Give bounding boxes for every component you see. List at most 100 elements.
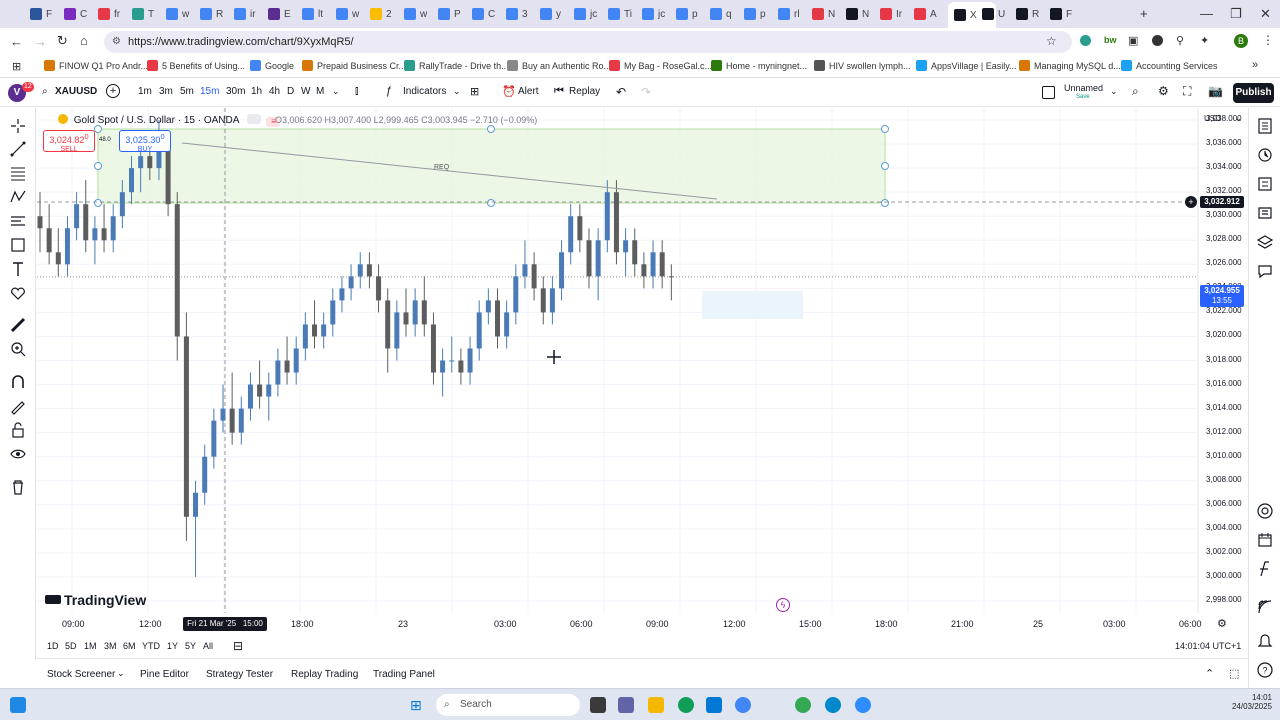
- drawing-handle[interactable]: [881, 199, 889, 207]
- browser-tab[interactable]: ir: [234, 4, 256, 24]
- layers-icon[interactable]: [1256, 233, 1274, 251]
- minimize-icon[interactable]: —: [1200, 6, 1213, 21]
- bookmark-item[interactable]: HIV swollen lymph...: [814, 60, 911, 71]
- browser-tab[interactable]: 2: [370, 4, 392, 24]
- browser-tab[interactable]: jc: [642, 4, 665, 24]
- browser-tab[interactable]: y: [540, 4, 561, 24]
- browser-tab[interactable]: C: [64, 4, 87, 24]
- apps-grid-icon[interactable]: ⊞: [12, 60, 21, 73]
- rectangle-drawing-zone[interactable]: [97, 128, 886, 204]
- extension-icon[interactable]: ▣: [1128, 34, 1138, 47]
- bookmark-item[interactable]: My Bag - RoseGal.c...: [609, 60, 712, 71]
- chats-icon[interactable]: [1256, 262, 1274, 280]
- browser-tab[interactable]: N: [812, 4, 835, 24]
- range-button[interactable]: 1M: [84, 641, 97, 651]
- trend-line-tool-icon[interactable]: [9, 140, 27, 158]
- symbol-search-icon[interactable]: ⌕: [42, 86, 48, 97]
- browser-tab[interactable]: q: [710, 4, 732, 24]
- help-icon[interactable]: ?: [1256, 661, 1274, 679]
- browser-tab[interactable]: C: [472, 4, 495, 24]
- browser-tab[interactable]: p: [744, 4, 766, 24]
- drawing-handle[interactable]: [94, 162, 102, 170]
- profile-avatar[interactable]: B: [1234, 34, 1248, 48]
- browser-tab[interactable]: F: [30, 4, 52, 24]
- extension-icon[interactable]: [1080, 35, 1091, 46]
- range-button[interactable]: 1D: [47, 641, 59, 651]
- task-view-icon[interactable]: [590, 697, 606, 713]
- bookmark-item[interactable]: Prepaid Business Cr...: [302, 60, 406, 71]
- browser-tab[interactable]: Ti: [608, 4, 632, 24]
- interval-button[interactable]: 4h: [269, 86, 280, 97]
- data-window-icon[interactable]: [1256, 175, 1274, 193]
- browser-tab[interactable]: U: [982, 4, 1005, 24]
- bookmark-star-icon[interactable]: ☆: [1046, 34, 1057, 48]
- browser-tab[interactable]: E: [268, 4, 291, 24]
- legend-title[interactable]: Gold Spot / U.S. Dollar · 15 · OANDA: [74, 115, 239, 126]
- range-button[interactable]: YTD: [142, 641, 160, 651]
- bookmark-item[interactable]: AppsVillage | Easily...: [916, 60, 1017, 71]
- panel-tab[interactable]: Replay Trading: [291, 669, 358, 680]
- teams-icon[interactable]: [618, 697, 634, 713]
- watchlist-icon[interactable]: [1256, 117, 1274, 135]
- bookmark-item[interactable]: Home - myningnet...: [711, 60, 807, 71]
- browser-tab[interactable]: w: [336, 4, 359, 24]
- panel-tab[interactable]: Stock Screener: [47, 669, 115, 680]
- favorites-heart-icon[interactable]: [9, 284, 27, 302]
- forward-icon[interactable]: →: [34, 34, 47, 49]
- browser-tab[interactable]: Ir: [880, 4, 902, 24]
- url-bar[interactable]: ⚙ https://www.tradingview.com/chart/9Xyx…: [104, 31, 1072, 53]
- back-icon[interactable]: ←: [10, 34, 23, 49]
- interval-button[interactable]: 5m: [180, 86, 194, 97]
- interval-button[interactable]: 1m: [138, 86, 152, 97]
- browser-tab[interactable]: fr: [98, 4, 120, 24]
- bookmark-item[interactable]: Managing MySQL d...: [1019, 60, 1121, 71]
- interval-button[interactable]: 1h: [251, 86, 262, 97]
- store-icon[interactable]: [706, 697, 722, 713]
- stay-in-drawing-mode-icon[interactable]: [9, 397, 27, 415]
- interval-dropdown-icon[interactable]: ⌄: [332, 86, 340, 97]
- browser-tab[interactable]: R: [200, 4, 223, 24]
- zoom-in-icon[interactable]: [9, 340, 27, 358]
- quick-search-icon[interactable]: ⌕: [1132, 84, 1139, 99]
- indicators-button[interactable]: Indicators: [403, 86, 446, 97]
- layout-dropdown-icon[interactable]: ⌄: [1110, 86, 1118, 97]
- forecasting-tool-icon[interactable]: [9, 212, 27, 230]
- browser-tab[interactable]: A: [914, 4, 937, 24]
- reload-icon[interactable]: ↻: [57, 33, 68, 49]
- browser-tab[interactable]: w: [166, 4, 189, 24]
- close-window-icon[interactable]: ✕: [1260, 6, 1271, 22]
- range-button[interactable]: All: [203, 641, 213, 651]
- panel-tab[interactable]: Trading Panel: [373, 669, 435, 680]
- chrome-icon[interactable]: [735, 697, 751, 713]
- taskbar-clock[interactable]: 14:01 24/03/2025: [1224, 693, 1272, 711]
- magnet-icon[interactable]: [9, 373, 27, 391]
- expand-panel-chevron-icon[interactable]: ⌃: [1205, 667, 1214, 680]
- interval-button[interactable]: 30m: [226, 86, 245, 97]
- windows-start-icon[interactable]: ⊞: [410, 697, 426, 713]
- browser-tab[interactable]: 3: [506, 4, 528, 24]
- zoom-icon[interactable]: [855, 697, 871, 713]
- legend-visibility-icon[interactable]: [246, 114, 261, 124]
- home-icon[interactable]: ⌂: [80, 33, 88, 48]
- drawing-handle[interactable]: [881, 162, 889, 170]
- interval-button[interactable]: 3m: [159, 86, 173, 97]
- price-chart[interactable]: [37, 108, 1248, 613]
- settings-gear-icon[interactable]: ⚙: [1158, 84, 1169, 98]
- extension-icon[interactable]: ⚲: [1176, 34, 1184, 47]
- chart-pane[interactable]: Gold Spot / U.S. Dollar · 15 · OANDA ≡ O…: [37, 108, 1248, 613]
- text-tool-icon[interactable]: [9, 260, 27, 278]
- drawing-handle[interactable]: [881, 125, 889, 133]
- file-explorer-icon[interactable]: [648, 697, 664, 713]
- remove-drawings-trash-icon[interactable]: [9, 478, 27, 496]
- browser-tab[interactable]: p: [676, 4, 698, 24]
- desktop-icon[interactable]: [10, 697, 26, 713]
- taskbar-search[interactable]: ⌕ Search: [436, 694, 580, 716]
- browser-tab[interactable]: jc: [574, 4, 597, 24]
- browser-tab[interactable]: N: [846, 4, 869, 24]
- site-info-icon[interactable]: ⚙: [112, 31, 121, 53]
- buy-button[interactable]: 3,025.300 BUY: [119, 130, 171, 153]
- pattern-tool-icon[interactable]: [9, 188, 27, 206]
- replay-icon[interactable]: ⏮: [554, 85, 564, 98]
- browser-tab[interactable]: w: [404, 4, 427, 24]
- symbol-name[interactable]: XAUUSD: [55, 86, 97, 97]
